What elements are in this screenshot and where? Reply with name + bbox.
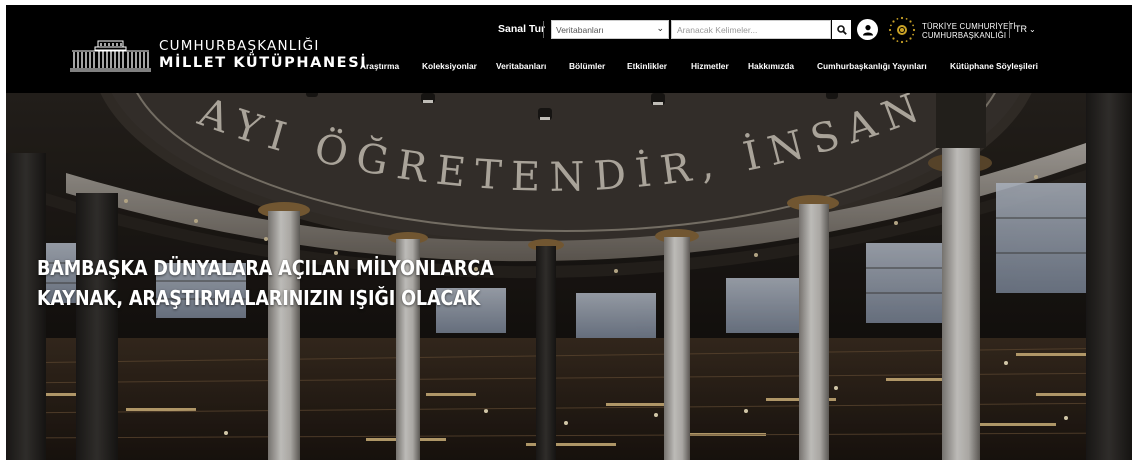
nav-item-arastirma[interactable]: Araştırma	[360, 61, 399, 71]
site-header: CUMHURBAŞKANLIĞI MİLLET KÜTÜPHANESİ Sana…	[6, 5, 1132, 93]
presidency-line1: TÜRKİYE CUMHURİYETİ	[922, 22, 1016, 31]
nav-item-yayinlar[interactable]: Cumhurbaşkanlığı Yayınları	[817, 61, 927, 71]
page-frame: CUMHURBAŞKANLIĞI MİLLET KÜTÜPHANESİ Sana…	[6, 5, 1132, 460]
chevron-down-icon: ⌄	[656, 23, 664, 33]
database-select-value: Veritabanları	[556, 25, 604, 35]
search-input[interactable]: Aranacak Kelimeler...	[671, 20, 831, 39]
main-nav: Araştırma Koleksiyonlar Veritabanları Bö…	[6, 61, 1132, 77]
nav-item-bolumler[interactable]: Bölümler	[569, 61, 605, 71]
nav-item-soylesiler[interactable]: Kütüphane Söyleşileri	[950, 61, 1038, 71]
database-select[interactable]: Veritabanları ⌄	[551, 20, 669, 39]
presidency-label[interactable]: TÜRKİYE CUMHURİYETİ CUMHURBAŞKANLIĞI	[922, 22, 1016, 40]
utility-bar: Sanal Tur Veritabanları ⌄ Aranacak Kelim…	[6, 16, 1132, 44]
user-icon	[862, 24, 873, 35]
search-icon	[836, 24, 847, 35]
nav-item-hizmetler[interactable]: Hizmetler	[691, 61, 729, 71]
presidency-line2: CUMHURBAŞKANLIĞI	[922, 31, 1007, 40]
hero-banner: AYI ÖĞRETENDİR, İNSAN BAMBAŞKA DÜNYALARA…	[6, 93, 1132, 460]
hero-headline-line2: KAYNAK, ARAŞTIRMALARINIZIN IŞIĞI OLACAK	[37, 286, 481, 310]
user-account-button[interactable]	[857, 19, 878, 40]
nav-item-hakkimizda[interactable]: Hakkımızda	[748, 61, 794, 71]
chevron-down-icon: ⌄	[1029, 25, 1036, 34]
search-button[interactable]	[832, 20, 851, 39]
hero-headline-line1: BAMBAŞKA DÜNYALARA AÇILAN MİLYONLARCA	[37, 256, 494, 280]
nav-item-koleksiyonlar[interactable]: Koleksiyonlar	[422, 61, 477, 71]
divider	[1009, 21, 1010, 38]
language-code: TR	[1015, 24, 1027, 34]
presidential-emblem-icon[interactable]	[887, 15, 917, 45]
divider	[543, 21, 544, 38]
language-selector[interactable]: TR ⌄	[1015, 24, 1036, 34]
nav-item-veritabanlari[interactable]: Veritabanları	[496, 61, 546, 71]
virtual-tour-link[interactable]: Sanal Tur	[498, 23, 545, 35]
nav-item-etkinlikler[interactable]: Etkinlikler	[627, 61, 667, 71]
hero-headline: BAMBAŞKA DÜNYALARA AÇILAN MİLYONLARCA KA…	[37, 253, 494, 313]
brand-line1: CUMHURBAŞKANLIĞI	[159, 37, 320, 54]
